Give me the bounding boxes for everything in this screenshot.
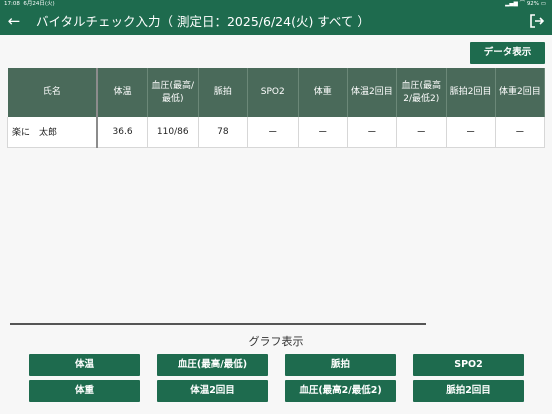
- cell-temperature[interactable]: 36.6: [97, 117, 148, 148]
- graph-temperature-button[interactable]: 体温: [29, 354, 140, 376]
- column-header: 脈拍: [198, 68, 248, 117]
- back-arrow-icon[interactable]: ←: [6, 12, 22, 30]
- vitals-table: 氏名 体温 血圧(最高/最低) 脈拍 SPO2 体重 体温2回目 血圧(最高2/…: [7, 68, 545, 148]
- cell-pulse[interactable]: 78: [198, 117, 248, 148]
- horizontal-scrollbar[interactable]: [10, 323, 426, 325]
- cell-name[interactable]: 楽に 太郎: [7, 117, 99, 148]
- column-header: 体温2回目: [347, 68, 397, 117]
- graph-blood-pressure-button[interactable]: 血圧(最高/最低): [157, 354, 268, 376]
- graph-weight-button[interactable]: 体重: [29, 380, 140, 402]
- column-header: 脈拍2回目: [446, 68, 496, 117]
- data-display-button[interactable]: データ表示: [470, 42, 545, 64]
- cell-weight-2[interactable]: ー: [495, 117, 545, 148]
- status-bar: 17:08 6月24日(火) ▂▄▆ ⌒ 92% ▭: [0, 0, 552, 9]
- graph-section-label: グラフ表示: [248, 335, 304, 348]
- status-battery: ▂▄▆ ⌒ 92% ▭: [505, 1, 546, 7]
- table-header-row: 氏名 体温 血圧(最高/最低) 脈拍 SPO2 体重 体温2回目 血圧(最高2/…: [7, 68, 545, 117]
- column-header: 体温: [97, 68, 148, 117]
- column-header: 氏名: [7, 68, 99, 117]
- column-header: 血圧(最高2/最低2): [396, 68, 447, 117]
- cell-blood-pressure[interactable]: 110/86: [147, 117, 199, 148]
- column-header: 体重: [298, 68, 348, 117]
- graph-spo2-button[interactable]: SPO2: [413, 354, 524, 376]
- column-header: SPO2: [247, 68, 299, 117]
- graph-temperature-2-button[interactable]: 体温2回目: [157, 380, 268, 402]
- graph-pulse-button[interactable]: 脈拍: [285, 354, 396, 376]
- cell-weight[interactable]: ー: [298, 117, 348, 148]
- logout-icon[interactable]: [528, 12, 546, 30]
- cell-pulse-2[interactable]: ー: [446, 117, 496, 148]
- cell-temperature-2[interactable]: ー: [347, 117, 397, 148]
- page-title: バイタルチェック入力（ 測定日：2025/6/24(火) すべて ）: [36, 14, 370, 29]
- cell-blood-pressure-2[interactable]: ー: [396, 117, 447, 148]
- graph-pulse-2-button[interactable]: 脈拍2回目: [413, 380, 524, 402]
- column-header: 血圧(最高/最低): [147, 68, 199, 117]
- graph-blood-pressure-2-button[interactable]: 血圧(最高2/最低2): [285, 380, 396, 402]
- app-bar: ← バイタルチェック入力（ 測定日：2025/6/24(火) すべて ）: [0, 9, 552, 35]
- table-row[interactable]: 楽に 太郎 36.6 110/86 78 ー ー ー ー ー ー: [7, 117, 545, 148]
- cell-spo2[interactable]: ー: [247, 117, 299, 148]
- status-time-date: 17:08 6月24日(火): [4, 1, 55, 7]
- column-header: 体重2回目: [495, 68, 545, 117]
